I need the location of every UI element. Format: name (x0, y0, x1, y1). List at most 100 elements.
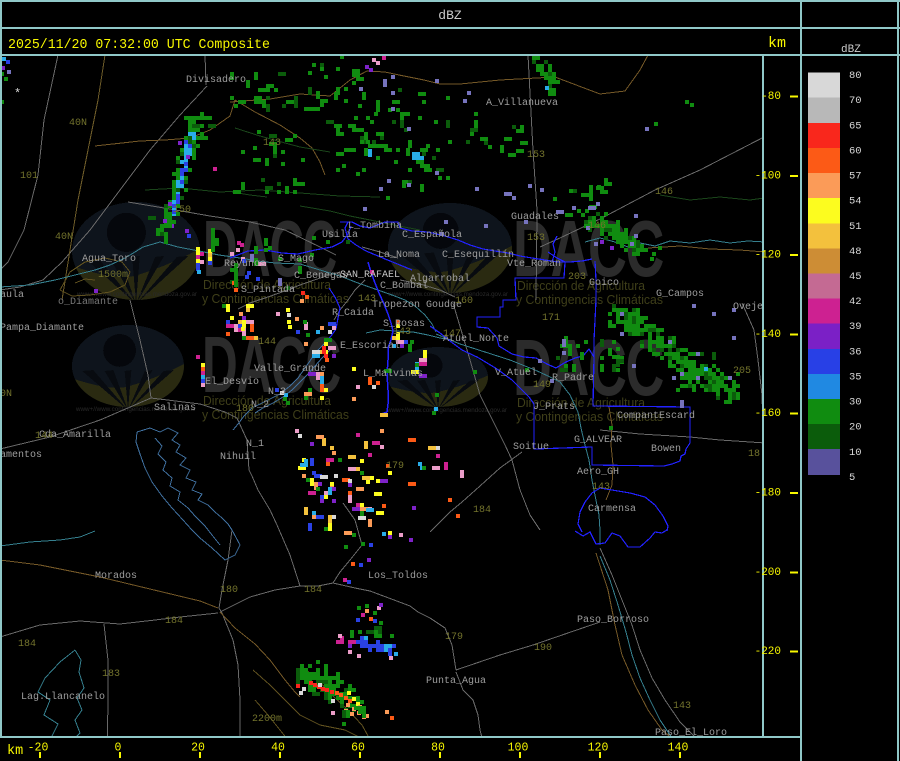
svg-text:J_Prats: J_Prats (533, 402, 575, 413)
svg-text:48: 48 (849, 246, 862, 258)
svg-text:183: 183 (102, 669, 120, 680)
svg-text:160: 160 (455, 296, 473, 307)
svg-text:Tropezon Goudge: Tropezon Goudge (372, 299, 462, 311)
svg-text:171: 171 (542, 313, 560, 324)
svg-text:18: 18 (748, 449, 760, 460)
svg-text:-100: -100 (755, 170, 781, 182)
svg-text:180: 180 (220, 585, 238, 596)
svg-text:40N: 40N (69, 118, 87, 129)
svg-text:147: 147 (443, 329, 461, 340)
svg-text:Soitue: Soitue (513, 441, 549, 453)
svg-text:km: km (768, 35, 786, 52)
svg-text:184: 184 (165, 616, 183, 627)
svg-text:*: * (14, 87, 21, 101)
svg-text:y Contingencias Climáticas: y Contingencias Climáticas (202, 407, 349, 422)
svg-text:184: 184 (18, 639, 36, 650)
svg-text:V_Atuel: V_Atuel (495, 367, 537, 379)
svg-text:140: 140 (668, 742, 689, 755)
svg-text:amentos: amentos (0, 450, 42, 461)
svg-text:51: 51 (849, 221, 862, 233)
svg-text:20: 20 (191, 742, 205, 755)
svg-text:143: 143 (263, 138, 281, 149)
svg-text:y Contingencias Climáticas: y Contingencias Climáticas (516, 292, 663, 307)
svg-text:80: 80 (431, 742, 445, 755)
svg-text:Pampa_Diamante: Pampa_Diamante (0, 322, 84, 334)
svg-text:C_Esequillín: C_Esequillín (442, 249, 514, 261)
svg-text:179: 179 (445, 632, 463, 643)
svg-text:143: 143 (393, 327, 411, 338)
svg-text:L_Malvinas: L_Malvinas (363, 368, 423, 380)
svg-text:146: 146 (655, 187, 673, 198)
svg-text:1500m: 1500m (98, 270, 128, 281)
svg-text:153: 153 (527, 150, 545, 161)
svg-text:42: 42 (849, 296, 862, 308)
svg-text:E_Escorial: E_Escorial (340, 340, 400, 352)
svg-text:143: 143 (358, 294, 376, 305)
svg-text:54: 54 (849, 196, 862, 208)
svg-text:Morados: Morados (95, 570, 137, 582)
svg-text:-20: -20 (28, 742, 49, 755)
svg-text:143: 143 (673, 701, 691, 712)
svg-text:dBZ: dBZ (841, 44, 861, 56)
svg-text:G_ALVEAR: G_ALVEAR (574, 435, 622, 446)
svg-text:S_Mago: S_Mago (278, 254, 314, 265)
svg-text:Vte_Roman: Vte_Roman (507, 259, 561, 270)
svg-text:70: 70 (849, 95, 862, 107)
svg-text:65: 65 (849, 120, 862, 132)
svg-text:Lag.Llancanelo: Lag.Llancanelo (21, 691, 105, 703)
svg-text:Aero_GH: Aero_GH (577, 467, 619, 478)
svg-text:-140: -140 (755, 329, 781, 341)
svg-text:Paso_Borroso: Paso_Borroso (577, 615, 649, 626)
svg-text:20: 20 (849, 422, 862, 434)
svg-text:45: 45 (849, 271, 862, 283)
svg-text:Oveje: Oveje (733, 301, 763, 313)
svg-text:153: 153 (527, 233, 545, 244)
svg-text:146: 146 (588, 221, 606, 232)
svg-text:Salinas: Salinas (154, 402, 196, 414)
svg-text:39: 39 (849, 321, 862, 333)
svg-text:101: 101 (20, 171, 38, 182)
svg-text:www+//www.contingencias.mendoz: www+//www.contingencias.mendoza.gov.ar (386, 407, 508, 414)
svg-text:Divisadero: Divisadero (186, 74, 246, 86)
svg-text:El_Desvio: El_Desvio (205, 376, 259, 388)
svg-text:Los_Toldos: Los_Toldos (368, 570, 428, 582)
svg-text:144: 144 (35, 431, 53, 442)
svg-text:A_Villanueva: A_Villanueva (486, 97, 558, 109)
svg-text:-80: -80 (761, 91, 781, 103)
svg-text:203: 203 (568, 272, 586, 283)
svg-text:G_Campos: G_Campos (656, 289, 704, 300)
svg-text:Goico: Goico (589, 277, 619, 289)
svg-text:Nihuil: Nihuil (220, 451, 256, 463)
svg-text:-180: -180 (755, 488, 781, 500)
svg-text:60: 60 (351, 742, 365, 755)
svg-text:SAN_RAFAEL: SAN_RAFAEL (340, 270, 400, 281)
svg-text:Guadales: Guadales (511, 211, 559, 223)
svg-text:-220: -220 (755, 646, 781, 658)
svg-text:Agua_Toro: Agua_Toro (82, 254, 136, 265)
svg-text:40: 40 (271, 742, 285, 755)
svg-text:CompantEscard: CompantEscard (617, 410, 695, 422)
svg-text:190: 190 (534, 643, 552, 654)
svg-text:205: 205 (733, 366, 751, 377)
svg-text:Reyunos: Reyunos (224, 259, 266, 270)
svg-text:Usilia: Usilia (322, 229, 358, 241)
svg-text:S_Pintada: S_Pintada (241, 284, 295, 296)
svg-text:2200m: 2200m (252, 714, 282, 725)
svg-text:10: 10 (849, 447, 862, 459)
svg-text:R_Padre: R_Padre (552, 372, 594, 384)
svg-text:40N: 40N (55, 232, 73, 243)
svg-text:179: 179 (386, 461, 404, 472)
svg-text:149: 149 (533, 380, 551, 391)
svg-text:120: 120 (588, 742, 609, 755)
svg-text:-160: -160 (755, 408, 781, 420)
svg-text:143: 143 (592, 482, 610, 493)
svg-text:km: km (7, 744, 23, 759)
svg-text:La_Noma: La_Noma (378, 250, 420, 261)
svg-text:aula: aula (0, 289, 24, 301)
svg-text:35: 35 (849, 371, 862, 383)
svg-text:www+//www.contingencias.mendoz: www+//www.contingencias.mendoza.gov.ar (387, 291, 509, 298)
svg-text:144: 144 (258, 337, 276, 348)
svg-text:C_Española: C_Española (402, 229, 462, 241)
svg-text:Valle_Grande: Valle_Grande (254, 363, 326, 375)
svg-text:N_1: N_1 (246, 439, 264, 450)
